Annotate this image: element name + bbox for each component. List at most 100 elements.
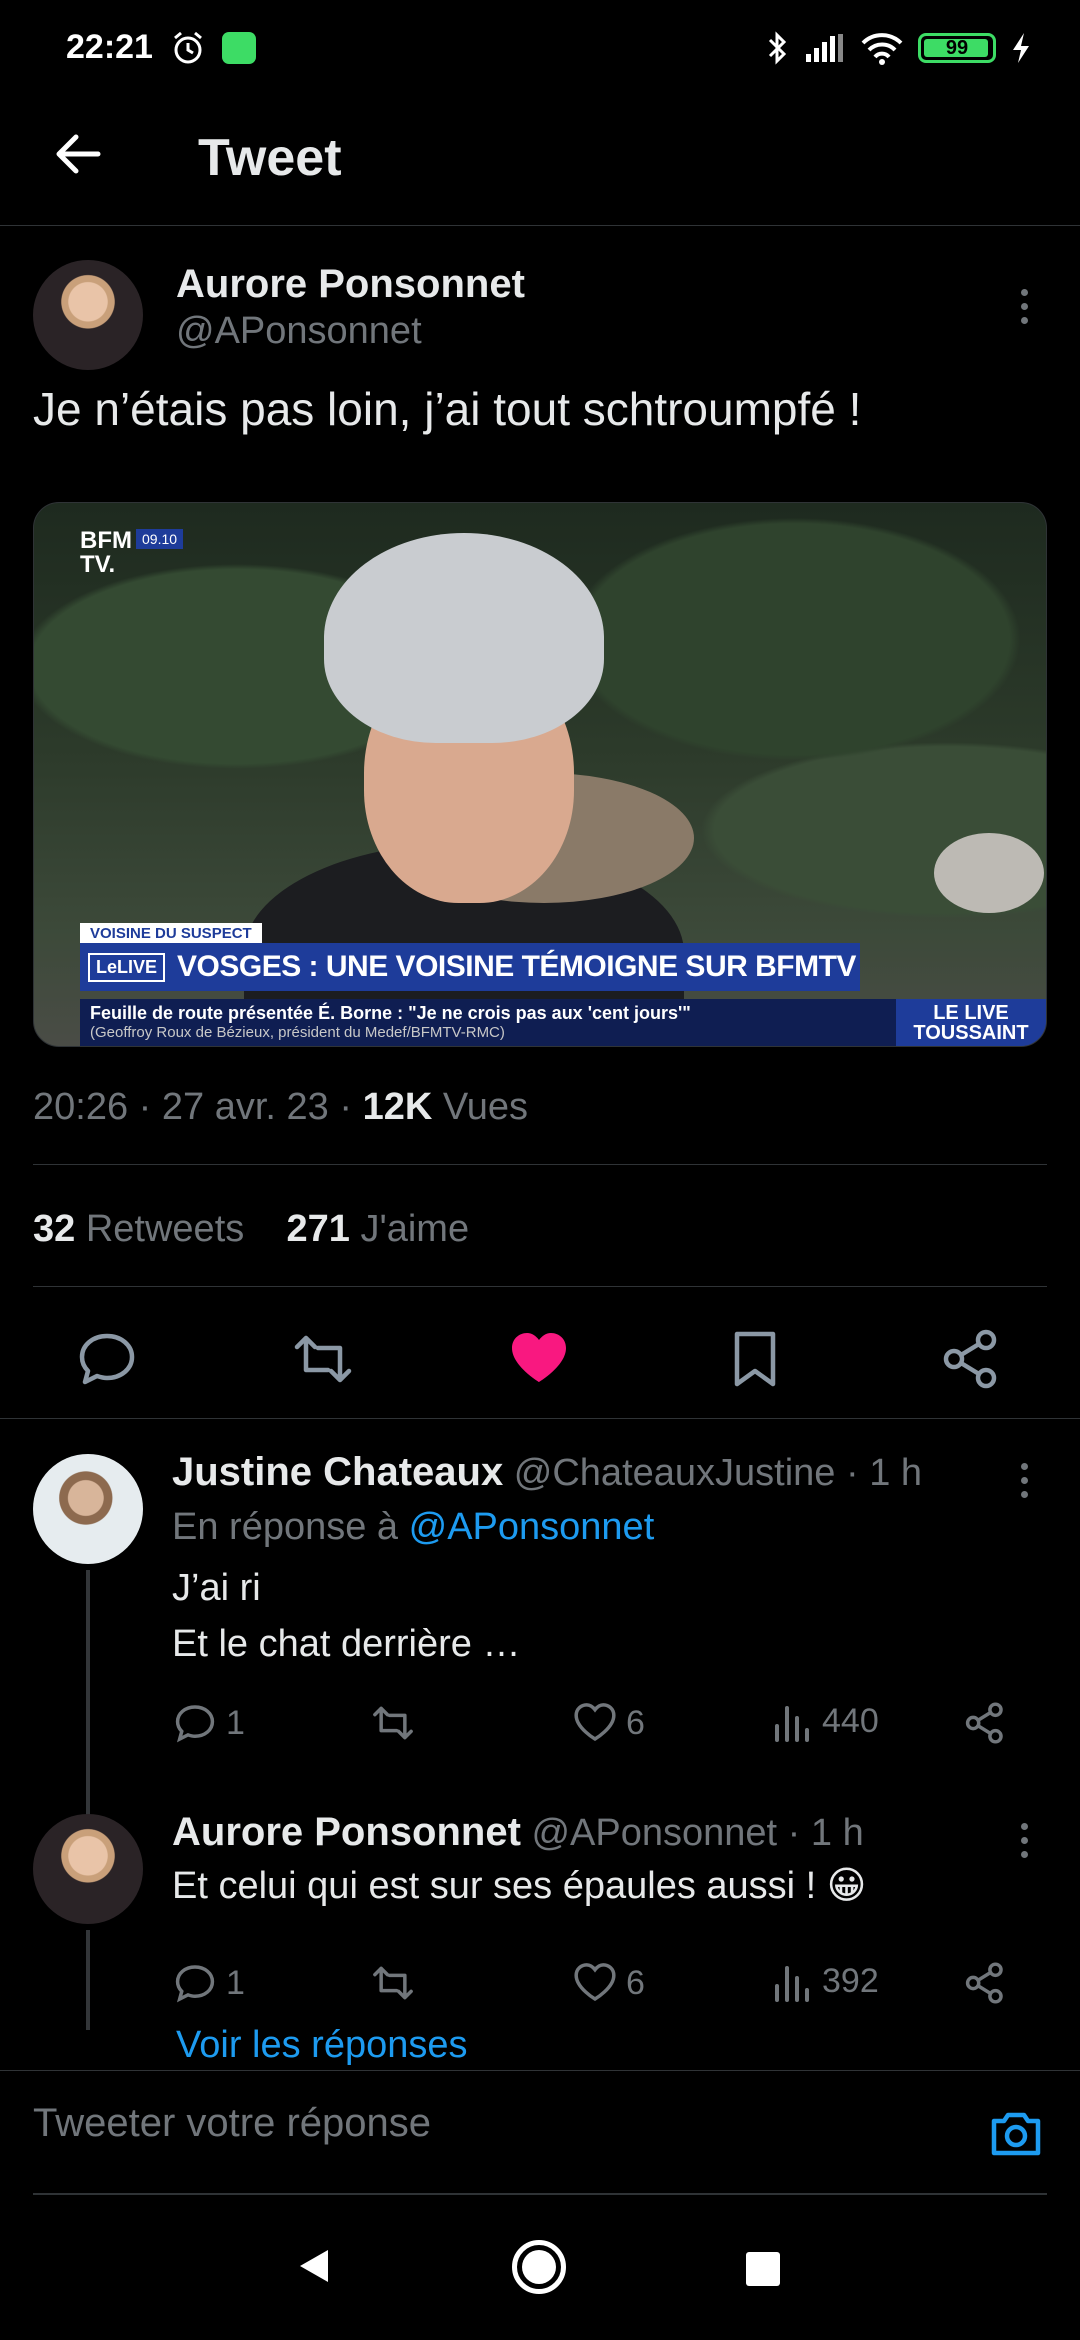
heart-outline-icon bbox=[574, 1703, 616, 1742]
likes-stat[interactable]: 271 J'aime bbox=[287, 1208, 470, 1250]
views-label: Vues bbox=[442, 1086, 529, 1128]
bookmark-icon[interactable] bbox=[722, 1326, 788, 1392]
reply-reply-action[interactable]: 1 bbox=[172, 1960, 245, 2006]
reply-text-line: Et celui qui est sur ses épaules aussi !… bbox=[172, 1865, 867, 1907]
like-count: 6 bbox=[626, 1703, 645, 1742]
reply-share-action[interactable] bbox=[962, 1960, 1008, 2006]
lower-third-tag: VOISINE DU SUSPECT bbox=[80, 923, 262, 944]
reply-author-name[interactable]: Aurore Ponsonnet bbox=[172, 1810, 521, 1854]
reply-like-action[interactable]: 6 bbox=[572, 1700, 645, 1746]
reply-count: 1 bbox=[226, 1963, 245, 2002]
reply-time: · 1 h bbox=[787, 1812, 864, 1854]
reply-time: · 1 h bbox=[846, 1452, 923, 1494]
live-badge: LeLIVE bbox=[88, 952, 166, 982]
like-count: 6 bbox=[626, 1963, 645, 2002]
reply-author-handle[interactable]: @APonsonnet bbox=[531, 1812, 777, 1854]
more-options-icon[interactable] bbox=[1004, 1810, 1044, 1870]
charging-icon bbox=[1013, 33, 1029, 63]
divider bbox=[33, 1164, 1047, 1165]
retweet-icon bbox=[373, 1706, 413, 1740]
media-towel bbox=[324, 533, 604, 743]
wifi-icon bbox=[861, 33, 903, 65]
reply-icon bbox=[175, 1965, 215, 2003]
retweet-icon[interactable] bbox=[290, 1326, 356, 1392]
author-name[interactable]: Aurore Ponsonnet bbox=[176, 262, 525, 307]
reply-icon bbox=[175, 1705, 215, 1743]
ticker-right-label: LE LIVE TOUSSAINT bbox=[896, 999, 1046, 1046]
bluetooth-icon bbox=[768, 31, 787, 65]
in-reply-prefix: En réponse à bbox=[172, 1506, 399, 1548]
reply-reply-action[interactable]: 1 bbox=[172, 1700, 245, 1746]
avatar[interactable] bbox=[33, 1814, 143, 1924]
share-icon bbox=[965, 1702, 1003, 1744]
battery-icon: 99 bbox=[918, 33, 996, 63]
more-options-icon[interactable] bbox=[1004, 276, 1044, 336]
tweet-action-bar bbox=[0, 1304, 1080, 1414]
reply-text: Et celui qui est sur ses épaules aussi !… bbox=[172, 1858, 866, 1914]
in-reply-mention[interactable]: @APonsonnet bbox=[409, 1506, 655, 1548]
author-handle[interactable]: @APonsonnet bbox=[176, 310, 422, 353]
signal-icon bbox=[806, 34, 843, 62]
reply-share-action[interactable] bbox=[962, 1700, 1008, 1746]
tweet-meta: 20:26 · 27 avr. 23 · 12K Vues bbox=[33, 1086, 529, 1128]
tweet-media-video[interactable]: BFM TV. 09.10 VOISINE DU SUSPECT LeLIVE … bbox=[33, 502, 1047, 1047]
ticker-text: Feuille de route présentée É. Borne : "J… bbox=[90, 1003, 691, 1023]
lower-third-bar: LeLIVE VOSGES : UNE VOISINE TÉMOIGNE SUR… bbox=[80, 943, 860, 991]
heart-icon[interactable] bbox=[506, 1326, 572, 1392]
reply-input[interactable]: Tweeter votre réponse bbox=[33, 2101, 431, 2146]
reply-author-name[interactable]: Justine Chateaux bbox=[172, 1450, 503, 1494]
divider bbox=[33, 1286, 1047, 1287]
battery-level: 99 bbox=[945, 36, 969, 59]
status-bar: 22:21 99 bbox=[0, 0, 1080, 100]
app-notification-icon bbox=[222, 32, 256, 64]
views-icon bbox=[775, 1706, 809, 1742]
reply-text: J’ai ri Et le chat derrière … bbox=[172, 1560, 520, 1672]
page-title: Tweet bbox=[198, 129, 342, 187]
view-count: 440 bbox=[822, 1701, 879, 1740]
share-icon[interactable] bbox=[938, 1326, 1004, 1392]
thread-line bbox=[86, 1930, 90, 2030]
channel-time: 09.10 bbox=[136, 529, 184, 549]
reply-views-action[interactable]: 440 bbox=[772, 1700, 879, 1742]
reply-icon[interactable] bbox=[74, 1326, 140, 1392]
news-ticker: Feuille de route présentée É. Borne : "J… bbox=[80, 999, 900, 1046]
in-reply-to: En réponse à @APonsonnet bbox=[172, 1506, 654, 1549]
avatar[interactable] bbox=[33, 260, 143, 370]
alarm-icon bbox=[174, 31, 202, 64]
channel-logo: BFM TV. bbox=[80, 527, 132, 578]
retweets-label: Retweets bbox=[85, 1208, 245, 1250]
views-count: 12K bbox=[362, 1086, 433, 1128]
reply-composer: Tweeter votre réponse bbox=[0, 2070, 1080, 2196]
reply-count: 1 bbox=[226, 1703, 245, 1742]
lower-third-headline: VOSGES : UNE VOISINE TÉMOIGNE SUR BFMTV bbox=[177, 950, 856, 983]
show-replies-link[interactable]: Voir les réponses bbox=[176, 2024, 468, 2067]
reply-text-line: J’ai ri bbox=[172, 1567, 261, 1609]
media-cat bbox=[934, 833, 1044, 913]
reply-retweet-action[interactable] bbox=[368, 1960, 418, 2006]
heart-outline-icon bbox=[574, 1963, 616, 2002]
reply-author-handle[interactable]: @ChateauxJustine bbox=[514, 1452, 836, 1494]
tweet-time: 20:26 bbox=[33, 1086, 129, 1128]
page-header: Tweet bbox=[0, 100, 1080, 226]
reply-action-bar: 1 6 440 bbox=[172, 1700, 1032, 1760]
camera-icon[interactable] bbox=[988, 2105, 1044, 2161]
divider bbox=[33, 2193, 1047, 2195]
more-options-icon[interactable] bbox=[1004, 1450, 1044, 1510]
tweet-text: Je n’étais pas loin, j’ai tout schtroump… bbox=[33, 383, 862, 435]
views-icon bbox=[775, 1966, 809, 2002]
nav-back-icon[interactable] bbox=[296, 2246, 332, 2286]
reply-views-action[interactable]: 392 bbox=[772, 1960, 879, 2002]
ticker-subtext: (Geoffroy Roux de Bézieux, président du … bbox=[90, 1024, 505, 1041]
tweet-date: 27 avr. 23 bbox=[161, 1086, 329, 1128]
reply-like-action[interactable]: 6 bbox=[572, 1960, 645, 2006]
avatar[interactable] bbox=[33, 1454, 143, 1564]
reply-retweet-action[interactable] bbox=[368, 1700, 418, 1746]
likes-count: 271 bbox=[286, 1208, 350, 1250]
system-nav-bar bbox=[0, 2196, 1080, 2340]
nav-recents-icon[interactable] bbox=[746, 2252, 780, 2286]
retweet-icon bbox=[373, 1966, 413, 2000]
share-icon bbox=[965, 1962, 1003, 2004]
arrow-left-icon[interactable] bbox=[48, 124, 108, 184]
retweets-stat[interactable]: 32 Retweets bbox=[33, 1208, 255, 1250]
nav-home-icon[interactable] bbox=[512, 2240, 566, 2294]
